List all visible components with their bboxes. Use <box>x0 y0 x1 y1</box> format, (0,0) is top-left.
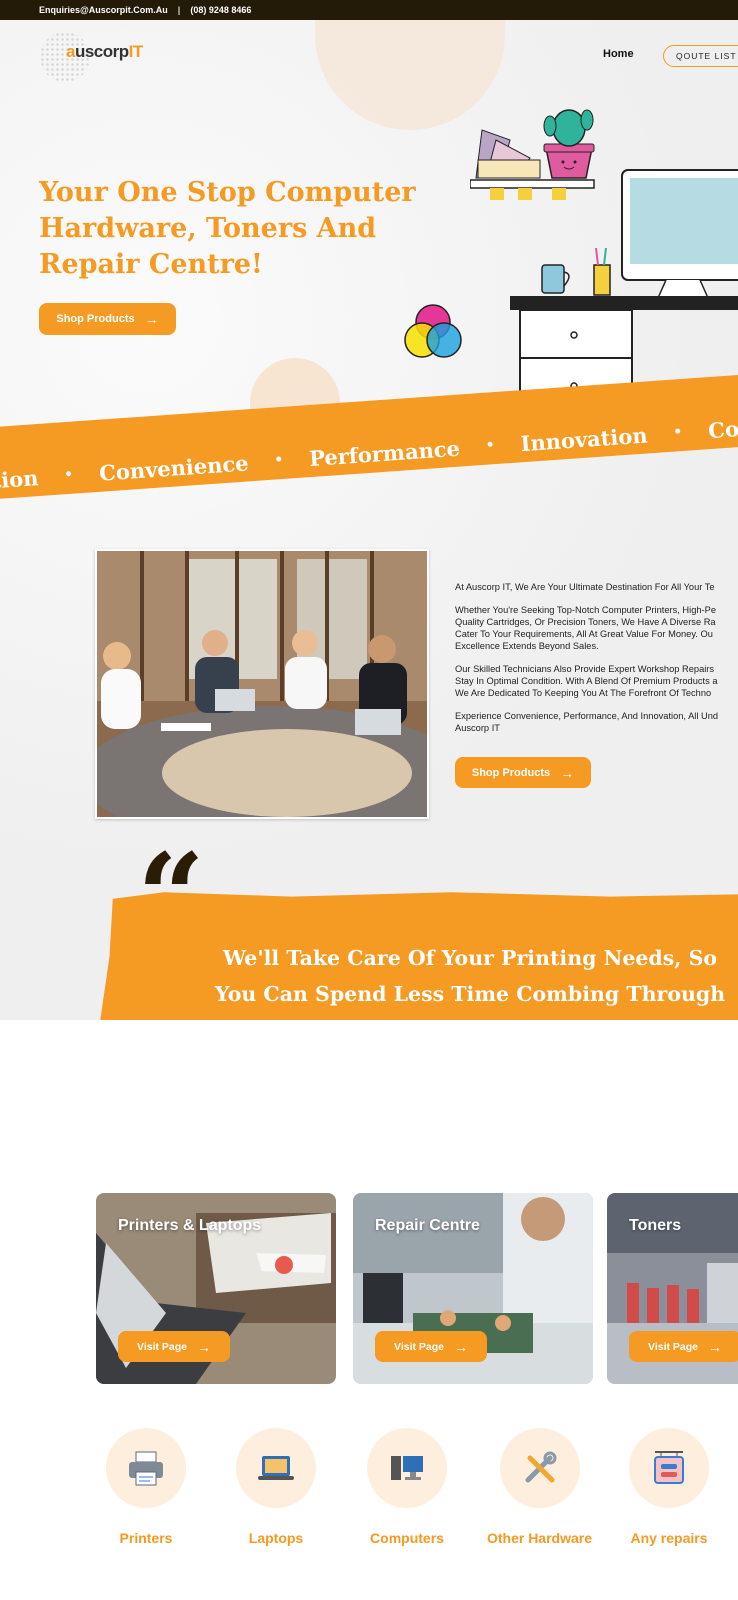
logo-text: auscorpIT <box>66 42 143 61</box>
email-link[interactable]: Enquiries@Auscorpit.Com.Au <box>39 5 168 15</box>
about-shop-products-button[interactable]: Shop Products → <box>455 757 591 788</box>
hero-title: Your One Stop Computer Hardware, Toners … <box>39 177 416 280</box>
mug-icon <box>541 264 570 294</box>
tools-icon <box>499 1428 580 1508</box>
about-paragraph: Experience Convenience, Performance, And… <box>455 711 719 733</box>
category-label: Other Hardware <box>486 1530 593 1546</box>
shelf <box>470 179 595 189</box>
monitor-icon <box>621 169 738 299</box>
button-label: Visit Page <box>137 1340 187 1353</box>
about-text: At Auscorp IT, We Are Your Ultimate Dest… <box>455 581 738 745</box>
color-swatches-icon <box>475 129 541 179</box>
about-paragraph: Whether You're Seeking Top-Notch Compute… <box>455 605 717 651</box>
repair-sign-icon <box>629 1428 709 1508</box>
card-title: Repair Centre <box>375 1217 480 1234</box>
category-any-repairs[interactable]: Any repairs <box>614 1428 724 1546</box>
visit-page-button[interactable]: Visit Page → <box>629 1331 738 1362</box>
sticky-notes-icon <box>490 188 566 200</box>
ribbon-dot: • <box>485 437 496 454</box>
arrow-right-icon: → <box>560 764 575 781</box>
top-contact-bar: Enquiries@Auscorpit.Com.Au | (08) 9248 8… <box>0 0 738 20</box>
ribbon-word: Convenience <box>98 449 250 486</box>
ribbon-dot: • <box>672 424 683 441</box>
team-meeting-photo <box>95 549 429 819</box>
phone-link[interactable]: (08) 9248 8466 <box>190 5 251 15</box>
desk-illustration <box>470 109 738 411</box>
button-label: Visit Page <box>648 1340 698 1353</box>
category-label: Laptops <box>248 1530 304 1546</box>
ribbon-word: Innovation <box>519 421 649 456</box>
hero-shop-products-button[interactable]: Shop Products → <box>39 303 176 335</box>
printer-icon <box>106 1428 186 1508</box>
nav-home-link[interactable]: Home <box>603 48 634 60</box>
arrow-right-icon: → <box>454 1338 468 1355</box>
quote-list-button[interactable]: QOUTE LIST <box>663 45 738 67</box>
button-label: Shop Products <box>471 766 551 779</box>
category-laptops[interactable]: Laptops <box>221 1428 331 1546</box>
card-repair-centre[interactable]: Repair Centre Visit Page → <box>353 1193 593 1384</box>
card-toners[interactable]: Toners Visit Page → <box>607 1193 738 1384</box>
card-title: Toners <box>629 1217 682 1234</box>
button-label: Visit Page <box>394 1340 444 1353</box>
category-computers[interactable]: Computers <box>352 1428 462 1546</box>
ribbon-word: vation <box>0 464 40 495</box>
laptop-icon <box>236 1428 316 1508</box>
site-logo[interactable]: auscorpIT <box>40 32 150 82</box>
quote-marks-icon: “ <box>137 827 205 966</box>
category-label: Printers <box>119 1530 173 1546</box>
arrow-right-icon: → <box>197 1338 211 1355</box>
visit-page-button[interactable]: Visit Page → <box>375 1331 487 1362</box>
arrow-right-icon: → <box>144 311 159 327</box>
card-printers-laptops[interactable]: Printers & Laptops Visit Page → <box>96 1193 336 1384</box>
visit-page-button[interactable]: Visit Page → <box>118 1331 230 1362</box>
button-label: Shop Products <box>56 313 135 325</box>
category-other-hardware[interactable]: Other Hardware <box>477 1428 602 1546</box>
about-paragraph: Our Skilled Technicians Also Provide Exp… <box>455 664 718 698</box>
computer-icon <box>367 1428 447 1508</box>
ribbon-word: Performance <box>308 435 461 471</box>
separator: | <box>177 5 181 15</box>
ribbon-dot: • <box>273 451 284 469</box>
ribbon-word: Conve <box>707 412 738 443</box>
about-paragraph: At Auscorp IT, We Are Your Ultimate Dest… <box>455 582 715 592</box>
arrow-right-icon: → <box>708 1338 722 1355</box>
category-label: Computers <box>370 1530 444 1546</box>
cactus-pot-icon <box>543 109 595 179</box>
card-title: Printers & Laptops <box>118 1217 262 1234</box>
ribbon-dot: • <box>63 466 74 484</box>
category-printers[interactable]: Printers <box>91 1428 201 1546</box>
cmyk-circles-icon <box>404 304 462 358</box>
pencil-cup-icon <box>593 247 611 296</box>
category-label: Any repairs <box>630 1530 708 1546</box>
